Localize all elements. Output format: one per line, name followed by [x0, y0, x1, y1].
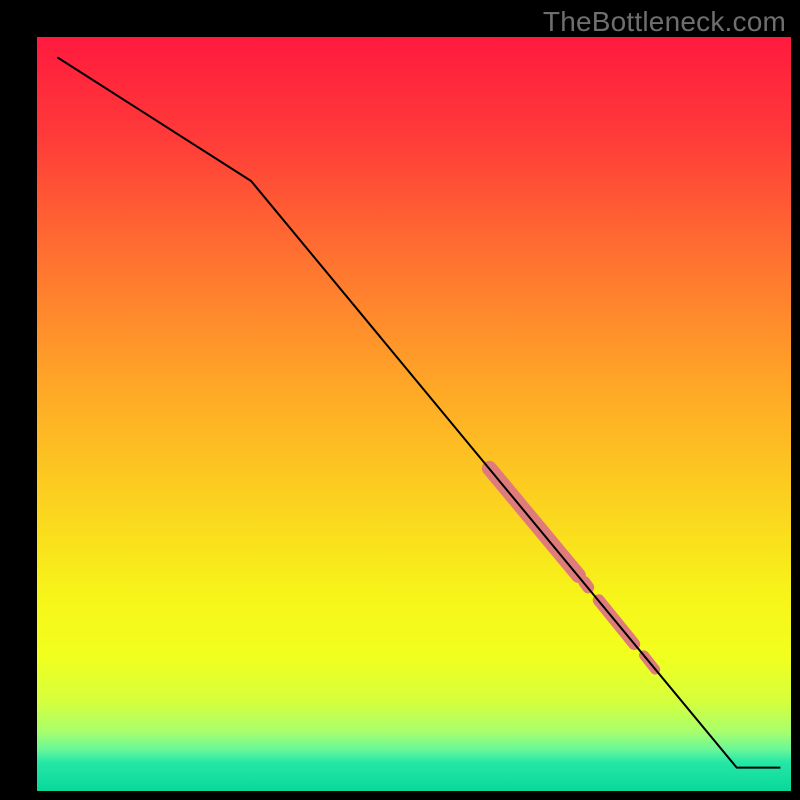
chart-svg [0, 0, 800, 800]
watermark-text: TheBottleneck.com [543, 6, 786, 38]
plot-background [37, 37, 791, 791]
chart-frame: { "watermark": "TheBottleneck.com", "cha… [0, 0, 800, 800]
